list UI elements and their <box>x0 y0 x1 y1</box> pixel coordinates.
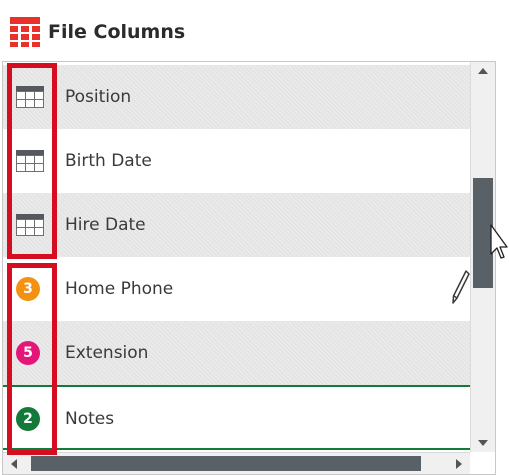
file-columns-list-panel: Position Birth Date Hire Date 3 Home Pho… <box>2 61 496 475</box>
list-item-extension[interactable]: 5 Extension <box>3 321 470 385</box>
list-item-hire-date[interactable]: Hire Date <box>3 193 470 257</box>
table-grid-icon <box>10 17 40 47</box>
horizontal-scrollbar[interactable] <box>3 452 470 474</box>
list-item-home-phone[interactable]: 3 Home Phone <box>3 257 470 321</box>
panel-header: File Columns <box>10 16 185 48</box>
list-item-label: Hire Date <box>65 215 146 235</box>
mouse-cursor-icon <box>490 224 508 259</box>
list-item-label: Extension <box>65 343 149 363</box>
table-column-icon <box>16 214 44 236</box>
scroll-right-arrow-icon[interactable] <box>456 459 462 469</box>
scroll-left-arrow-icon[interactable] <box>11 459 17 469</box>
table-column-icon <box>16 86 44 108</box>
scroll-up-arrow-icon[interactable] <box>478 68 488 74</box>
list-item-notes[interactable]: 2 Notes <box>3 387 470 451</box>
list-item-position[interactable]: Position <box>3 65 470 129</box>
list-item-label: Notes <box>65 409 115 429</box>
list-item-label: Home Phone <box>65 279 174 299</box>
count-badge: 5 <box>16 341 40 365</box>
horizontal-scroll-thumb[interactable] <box>31 456 421 471</box>
pen-icon[interactable] <box>452 270 470 304</box>
scroll-down-arrow-icon[interactable] <box>478 440 488 446</box>
count-badge: 2 <box>16 407 40 431</box>
table-column-icon <box>16 150 44 172</box>
list-item-label: Position <box>65 87 132 107</box>
list-item-birth-date[interactable]: Birth Date <box>3 129 470 193</box>
file-columns-list[interactable]: Position Birth Date Hire Date 3 Home Pho… <box>3 62 470 452</box>
panel-title: File Columns <box>48 21 186 43</box>
selection-line-bottom <box>3 448 470 450</box>
count-badge: 3 <box>16 277 40 301</box>
list-item-label: Birth Date <box>65 151 152 171</box>
